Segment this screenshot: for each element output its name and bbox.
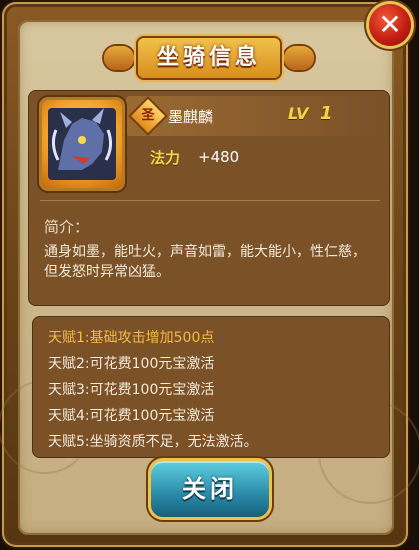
talent-item-1: 天赋1:基础攻击增加500点 [48, 330, 215, 346]
stat-label: 法力 [150, 149, 181, 167]
close-button-label: 关闭 [182, 475, 238, 503]
close-button[interactable]: 关闭 [151, 461, 269, 517]
banner-ornament-right [284, 46, 314, 70]
rarity-badge: 圣 [131, 99, 165, 133]
stat-value: +480 [198, 148, 240, 166]
talent-item-3[interactable]: 天赋3:可花费100元宝激活 [48, 379, 214, 399]
banner-ornament-left [104, 46, 134, 70]
divider [40, 200, 380, 201]
dialog-title: 坐骑信息 [156, 45, 261, 70]
talent-item-4[interactable]: 天赋4:可花费100元宝激活 [48, 405, 214, 425]
close-icon[interactable]: ✕ [369, 4, 411, 46]
title-plate: 坐骑信息 [138, 38, 280, 78]
qilin-portrait-icon [48, 108, 116, 180]
level-label: LV [288, 104, 309, 123]
title-banner: 坐骑信息 [104, 36, 314, 82]
talent-item-2[interactable]: 天赋2:可花费100元宝激活 [48, 353, 214, 373]
description-text: 通身如墨，能吐火，声音如雷，能大能小，性仁慈，但发怒时异常凶猛。 [44, 244, 366, 280]
talent-item-5: 天赋5:坐骑资质不足，无法激活。 [48, 434, 258, 450]
mount-portrait[interactable] [42, 100, 122, 188]
description-label: 简介： [44, 218, 90, 236]
mount-name: 墨麒麟 [168, 108, 214, 126]
level-value: 1 [320, 103, 333, 124]
